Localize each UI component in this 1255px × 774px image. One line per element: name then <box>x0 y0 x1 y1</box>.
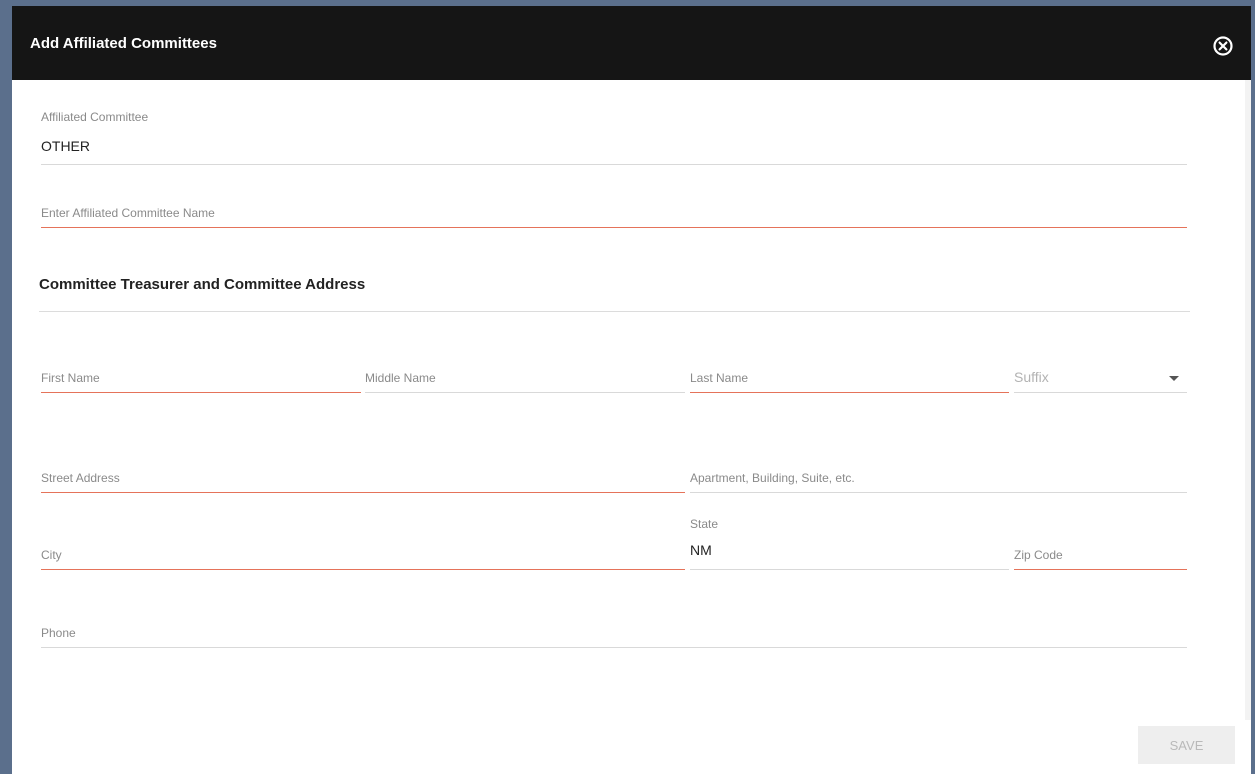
section-title: Committee Treasurer and Committee Addres… <box>39 276 366 293</box>
last-name-placeholder: Last Name <box>690 371 749 385</box>
phone-field[interactable]: Phone <box>41 624 1187 649</box>
add-affiliated-committees-dialog: Add Affiliated Committees Affiliated Com… <box>12 6 1251 774</box>
middle-name-field[interactable]: Middle Name <box>365 369 685 394</box>
chevron-down-icon <box>1169 376 1179 381</box>
committee-name-field[interactable]: Enter Affiliated Committee Name <box>41 204 1187 229</box>
state-label: State <box>690 517 719 531</box>
apartment-placeholder: Apartment, Building, Suite, etc. <box>690 471 855 485</box>
close-icon[interactable] <box>1212 35 1234 57</box>
dialog-title: Add Affiliated Committees <box>30 35 217 52</box>
zip-code-placeholder: Zip Code <box>1014 548 1063 562</box>
street-address-field[interactable]: Street Address <box>41 469 685 494</box>
suffix-placeholder: Suffix <box>1014 369 1049 385</box>
zip-code-field[interactable]: Zip Code <box>1014 546 1187 571</box>
first-name-field[interactable]: First Name <box>41 369 361 394</box>
state-value: NM <box>690 542 712 558</box>
phone-placeholder: Phone <box>41 626 76 640</box>
dialog-header: Add Affiliated Committees <box>12 6 1251 80</box>
affiliated-committee-label: Affiliated Committee <box>41 110 149 124</box>
apartment-field[interactable]: Apartment, Building, Suite, etc. <box>690 469 1187 494</box>
city-placeholder: City <box>41 548 62 562</box>
first-name-placeholder: First Name <box>41 371 100 385</box>
affiliated-committee-select[interactable]: Affiliated Committee OTHER <box>41 110 1187 166</box>
section-divider <box>39 311 1190 312</box>
street-address-placeholder: Street Address <box>41 471 120 485</box>
city-field[interactable]: City <box>41 546 685 571</box>
affiliated-committee-value: OTHER <box>41 138 90 154</box>
suffix-select[interactable]: Suffix <box>1014 367 1187 394</box>
middle-name-placeholder: Middle Name <box>365 371 436 385</box>
committee-name-placeholder: Enter Affiliated Committee Name <box>41 206 215 220</box>
save-button[interactable]: SAVE <box>1138 726 1235 764</box>
last-name-field[interactable]: Last Name <box>690 369 1009 394</box>
state-select[interactable]: State NM <box>690 515 1009 571</box>
scrollbar-track[interactable] <box>1245 80 1251 720</box>
